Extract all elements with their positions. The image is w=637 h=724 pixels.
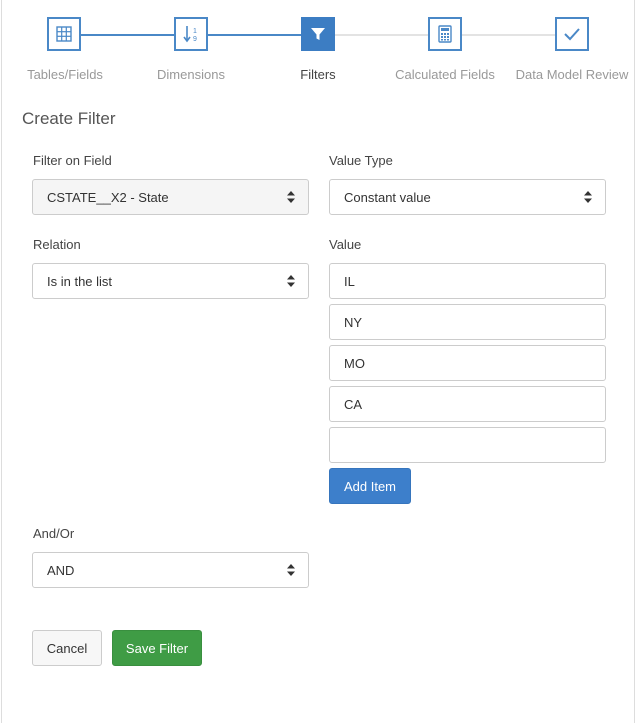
step-label: Calculated Fields bbox=[395, 67, 495, 82]
step-connector bbox=[335, 34, 429, 36]
svg-text:9: 9 bbox=[193, 36, 197, 43]
and-or-value: AND bbox=[47, 562, 75, 578]
select-caret-icon bbox=[287, 191, 295, 203]
value-type-label: Value Type bbox=[329, 153, 393, 168]
step-tables-fields[interactable] bbox=[47, 17, 81, 51]
funnel-icon bbox=[311, 28, 325, 40]
sort-numeric-icon: 1 9 bbox=[183, 26, 197, 43]
step-label: Tables/Fields bbox=[27, 67, 103, 82]
checkmark-icon bbox=[564, 28, 580, 41]
table-grid-icon bbox=[56, 26, 72, 42]
value-item-input[interactable] bbox=[329, 386, 606, 422]
value-type-value: Constant value bbox=[344, 189, 431, 205]
value-type-select[interactable]: Constant value bbox=[329, 179, 606, 215]
value-item-input[interactable] bbox=[329, 345, 606, 381]
select-caret-icon bbox=[287, 275, 295, 287]
svg-text:1: 1 bbox=[193, 28, 197, 35]
filter-field-value: CSTATE__X2 - State bbox=[47, 189, 169, 205]
step-connector bbox=[462, 34, 556, 36]
value-label: Value bbox=[329, 237, 362, 252]
step-calculated-fields[interactable] bbox=[428, 17, 462, 51]
step-data-model-review[interactable] bbox=[555, 17, 589, 51]
value-item-input[interactable] bbox=[329, 263, 606, 299]
select-caret-icon bbox=[584, 191, 592, 203]
relation-value: Is in the list bbox=[47, 273, 113, 289]
step-filters[interactable] bbox=[301, 17, 335, 51]
cancel-button[interactable]: Cancel bbox=[32, 630, 102, 666]
filter-field-label: Filter on Field bbox=[33, 153, 112, 168]
step-connector bbox=[81, 34, 175, 36]
step-dimensions[interactable]: 1 9 bbox=[174, 17, 208, 51]
step-label: Dimensions bbox=[157, 67, 225, 82]
select-caret-icon bbox=[287, 564, 295, 576]
relation-select[interactable]: Is in the list bbox=[32, 263, 309, 299]
step-label: Filters bbox=[300, 67, 336, 82]
value-item-input[interactable] bbox=[329, 304, 606, 340]
and-or-label: And/Or bbox=[33, 526, 75, 541]
filter-field-select[interactable]: CSTATE__X2 - State bbox=[32, 179, 309, 215]
add-item-button[interactable]: Add Item bbox=[329, 468, 411, 504]
save-filter-button[interactable]: Save Filter bbox=[112, 630, 202, 666]
and-or-select[interactable]: AND bbox=[32, 552, 309, 588]
calculator-icon bbox=[438, 25, 452, 43]
relation-label: Relation bbox=[33, 237, 81, 252]
value-item-input[interactable] bbox=[329, 427, 606, 463]
page-title: Create Filter bbox=[22, 109, 116, 128]
step-connector bbox=[208, 34, 301, 36]
step-label: Data Model Review bbox=[515, 67, 629, 82]
